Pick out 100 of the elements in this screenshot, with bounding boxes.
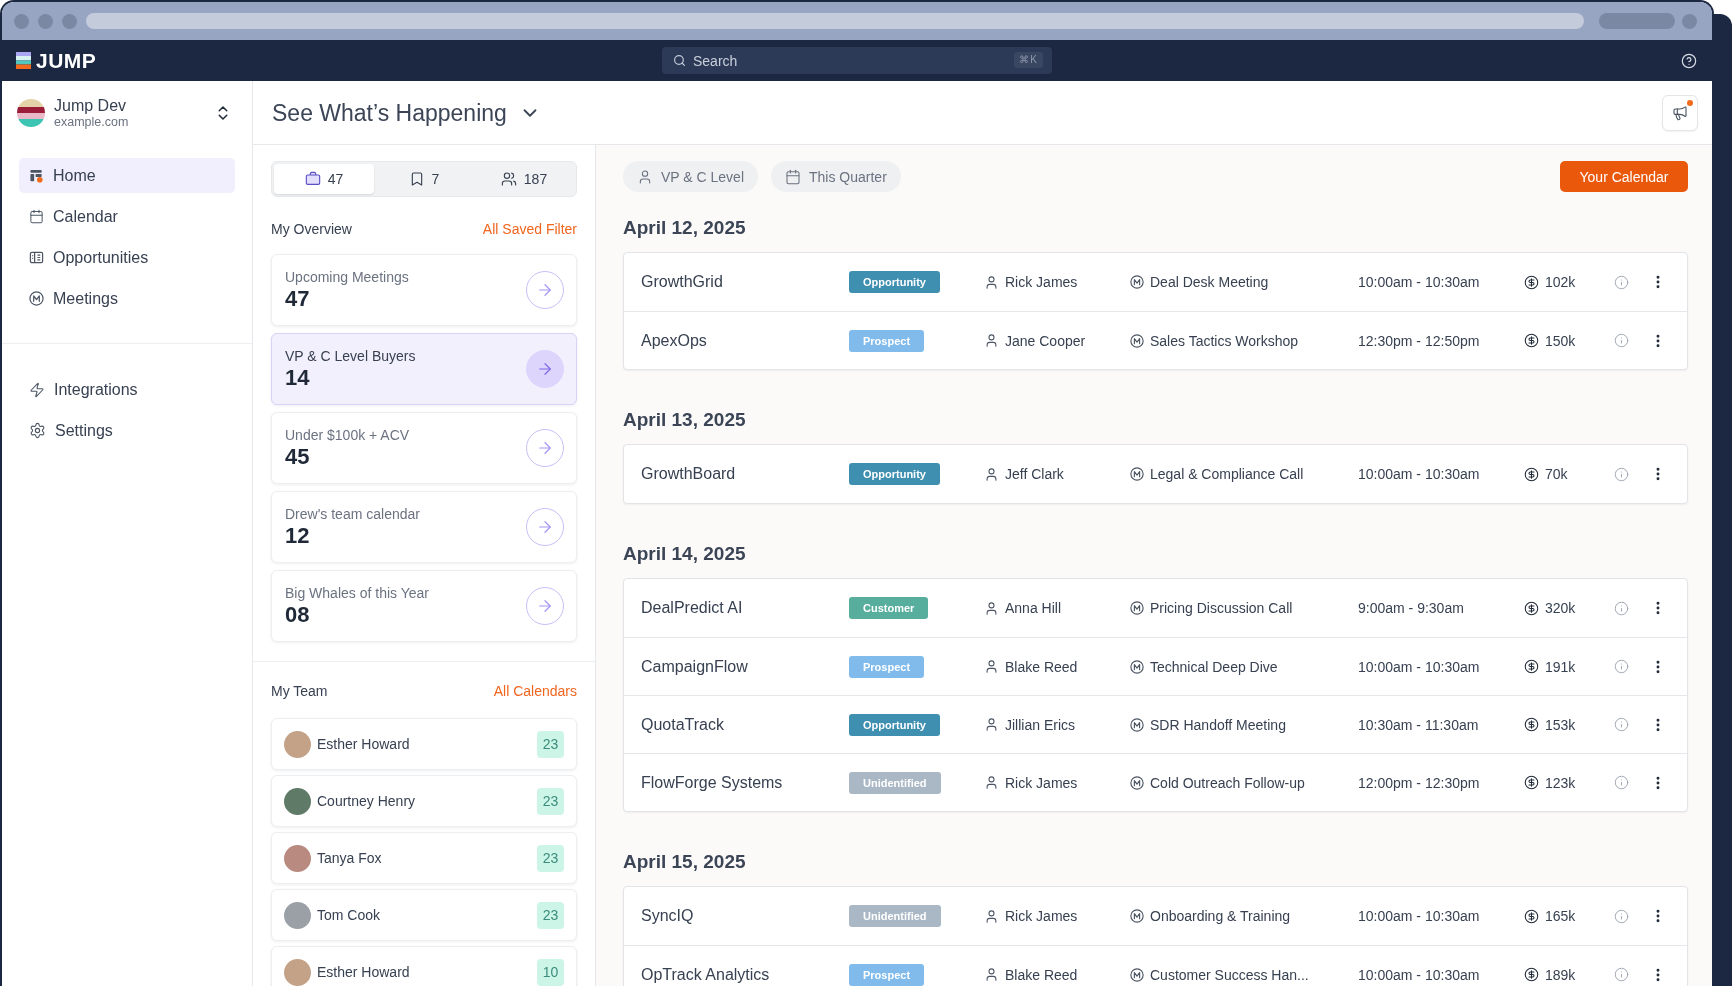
shortcut-key: ⌘K [1014,52,1043,68]
logo-text: JUMP [36,50,97,71]
info-icon[interactable] [1614,333,1629,348]
workspace-logo-icon [17,99,45,127]
company-name: FlowForge Systems [641,773,784,792]
table-icon [29,250,44,265]
filter-tab[interactable]: 187 [474,164,574,194]
status-tag: Opportunity [849,713,940,736]
info-icon[interactable] [1614,967,1629,982]
circled-m-icon [1130,909,1144,923]
circled-m-icon [1130,967,1144,982]
filter-chip[interactable]: This Quarter [771,161,901,192]
search-icon [673,54,686,67]
dollar-icon [1524,659,1539,674]
arrow-right-icon [536,518,554,536]
arrow-right-icon [536,597,554,615]
meeting-count: 23 [537,787,564,815]
card-count: 08 [285,602,311,628]
workspace-name: Jump Dev [54,96,128,115]
arrow-button[interactable] [526,350,564,388]
overview-card[interactable]: Big Whales of this Year 08 [271,570,577,642]
announcement-button[interactable] [1662,94,1698,131]
status-tag: Unidentified [849,771,941,794]
info-icon[interactable] [1614,274,1629,290]
filter-chip[interactable]: VP & C Level [623,161,758,192]
company-name: SyncIQ [641,907,695,925]
meeting-title: Technical Deep Dive [1150,658,1278,675]
meeting-title: SDR Handoff Meeting [1150,716,1286,733]
arrow-button[interactable] [526,587,564,625]
info-icon[interactable] [1614,775,1629,790]
arrow-right-icon [536,439,554,457]
arrow-button[interactable] [526,508,564,546]
meeting-time: 10:00am - 10:30am [1358,966,1480,983]
card-label: VP & C Level Buyers [285,347,416,365]
card-count: 45 [285,444,311,470]
arrow-button[interactable] [526,271,564,309]
info-icon[interactable] [1614,717,1629,732]
circled-m-icon [1130,659,1144,674]
team-member-card[interactable]: Esther Howard 10 [271,946,577,986]
meeting-count: 23 [537,844,564,872]
briefcase-icon [304,171,321,187]
meeting-time: 12:00pm - 12:30pm [1358,774,1480,791]
filter-tab[interactable]: 47 [274,164,374,194]
person-icon [984,659,999,674]
dashboard-icon [29,168,44,183]
owner-name: Rick James [1005,274,1078,290]
nav-item[interactable]: Settings [19,413,235,448]
nav-item[interactable]: Meetings [19,281,235,316]
company-name: OpTrack Analytics [641,965,771,984]
deal-amount: 70k [1545,466,1568,482]
circled-m-icon [1130,601,1144,615]
overview-card[interactable]: Drew's team calendar 12 [271,491,577,563]
team-member-card[interactable]: Esther Howard 23 [271,718,577,770]
deal-amount: 153k [1545,716,1576,733]
team-member-card[interactable]: Courtney Henry 23 [271,775,577,827]
calendar-icon [785,168,801,185]
nav-item[interactable]: Integrations [19,372,235,407]
person-icon [984,466,999,482]
date-heading: April 15, 2025 [623,850,747,874]
deal-amount: 189k [1545,966,1576,983]
nav-item[interactable]: Home [19,158,235,193]
team-member-card[interactable]: Tom Cook 23 [271,889,577,941]
owner-name: Jillian Erics [1005,716,1075,733]
team-member-card[interactable]: Tanya Fox 23 [271,832,577,884]
status-tag: Opportunity [849,463,940,485]
card-count: 14 [285,365,311,391]
dollar-icon [1524,908,1539,924]
circled-m-icon [1130,467,1144,481]
arrow-right-icon [536,360,554,378]
meeting-title: Sales Tactics Workshop [1150,332,1299,349]
card-label: Under $100k + ACV [285,426,410,444]
person-icon [637,168,653,185]
status-tag: Prospect [849,963,925,986]
logo-icon [16,52,31,69]
overview-card[interactable]: Upcoming Meetings 47 [271,254,577,326]
company-name: GrowthGrid [641,273,724,291]
meeting-title: Legal & Compliance Call [1150,466,1304,482]
overview-card[interactable]: VP & C Level Buyers 14 [271,333,577,405]
info-icon[interactable] [1614,659,1629,674]
filter-tab[interactable]: 7 [374,164,474,194]
megaphone-icon [1672,104,1688,121]
info-icon[interactable] [1614,600,1629,616]
meeting-title: Onboarding & Training [1150,908,1291,924]
calendar-button[interactable]: Your Calendar [1560,161,1688,192]
nav-item[interactable]: Calendar [19,199,235,234]
info-icon[interactable] [1614,908,1629,924]
nav-item[interactable]: Opportunities [19,240,235,275]
deal-amount: 102k [1545,274,1576,290]
dollar-icon [1524,333,1539,348]
help-icon[interactable] [1681,52,1697,69]
section-title: My Overview [271,221,352,237]
card-label: Upcoming Meetings [285,268,409,286]
arrow-button[interactable] [526,429,564,467]
calendar-icon [29,209,44,224]
date-heading: April 13, 2025 [623,408,747,432]
meeting-count: 23 [537,901,564,929]
arrow-right-icon [536,281,554,299]
overview-card[interactable]: Under $100k + ACV 45 [271,412,577,484]
info-icon[interactable] [1614,466,1629,482]
avatar [284,958,311,986]
